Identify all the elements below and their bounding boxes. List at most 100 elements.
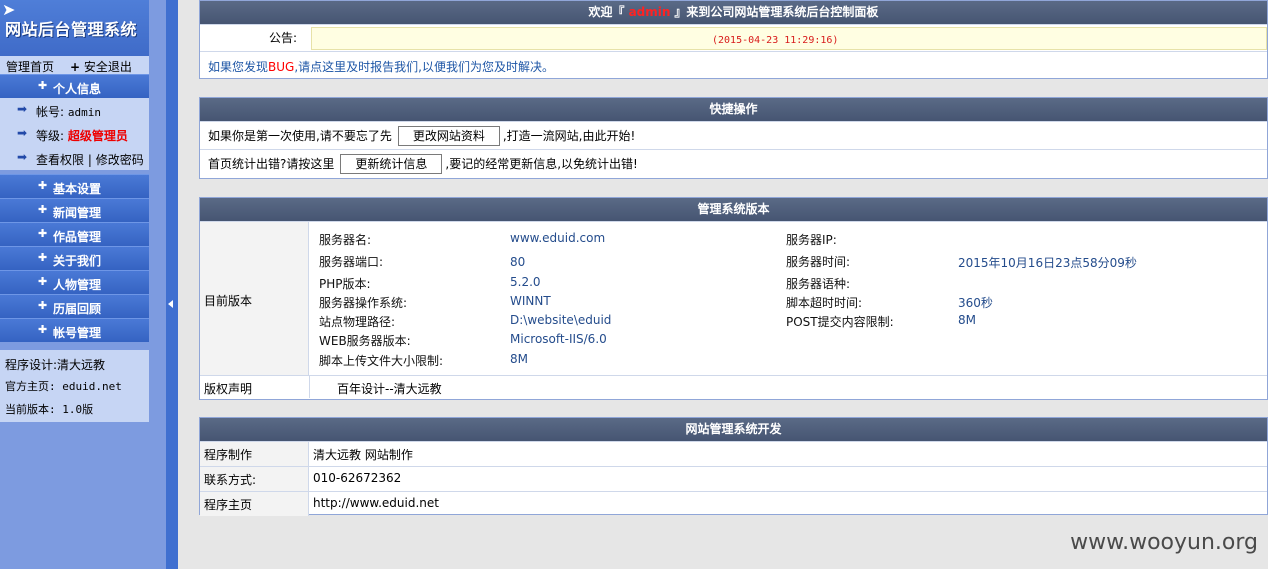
menu-personal: ✚ 个人信息 ➡ 帐号: admin ➡ 等级: 超级管理员 ➡ 查看权限 | … <box>0 74 149 170</box>
logo: 网站后台管理系统 ➤ <box>0 0 149 56</box>
copyright-value: 百年设计--清大远教 <box>337 382 442 396</box>
bug-text-2: ,请点这里及时报告我们,以便我们为您及时解决。 <box>294 60 554 74</box>
sidebar: 网站后台管理系统 ➤ 管理首页 + 安全退出 ✚ 个人信息 ➡ 帐号: admi… <box>0 0 166 569</box>
php-value: 5.2.0 <box>510 275 541 289</box>
os-label: 服务器操作系统: <box>319 296 408 310</box>
level-item: ➡ 等级: 超级管理员 <box>0 122 149 146</box>
plus-icon: ✚ <box>38 227 48 240</box>
permission-item: ➡ 查看权限 | 修改密码 <box>17 150 144 167</box>
quick-row-2: 首页统计出错?请按这里 更新统计信息 ,要记的经常更新信息,以免统计出错! <box>200 149 1267 177</box>
dev-homepage-label: 程序主页 <box>200 492 309 516</box>
logout-label: 安全退出 <box>83 60 132 74</box>
server-time-value: 2015年10月16日23点58分09秒 <box>958 256 1137 270</box>
level-value: 超级管理员 <box>67 129 128 143</box>
server-name-value: www.eduid.com <box>510 231 606 245</box>
developer-header: 网站管理系统开发 <box>200 418 1267 441</box>
quick-row-1: 如果你是第一次使用,请不要忘了先 更改网站资料 ,打造一流网站,由此开始! <box>200 121 1267 149</box>
welcome-panel: 欢迎『 admin 』来到公司网站管理系统后台控制面板 公告: (2015-04-2… <box>199 0 1268 79</box>
menu-header-news[interactable]: ✚ 新闻管理 <box>0 198 149 222</box>
plus-icon: + <box>70 60 81 74</box>
level-label: 等级: <box>36 129 65 143</box>
quick-row2-after: ,要记的经常更新信息,以免统计出错! <box>445 157 638 171</box>
current-version-cell: 目前版本 <box>200 222 309 376</box>
divider <box>309 376 310 398</box>
menu-header-label: 人物管理 <box>53 278 102 292</box>
notice-row: 公告: (2015-04-23 11:29:16) <box>200 24 1267 51</box>
current-version-label: 目前版本 <box>204 294 253 308</box>
view-permission-link[interactable]: 查看权限 <box>36 153 84 167</box>
quick-row1-text: 如果你是第一次使用,请不要忘了先 <box>208 129 392 143</box>
menu-header-label: 新闻管理 <box>53 206 102 220</box>
menu-header-personal[interactable]: ✚ 个人信息 <box>0 74 149 98</box>
dev-row-maker: 程序制作 清大远教 网站制作 <box>200 441 1267 466</box>
timeout-value: 360秒 <box>958 296 993 310</box>
arrow-right-icon: ➡ <box>17 150 28 164</box>
dev-row-contact: 联系方式: 010-62672362 <box>200 466 1267 491</box>
change-password-link[interactable]: 修改密码 <box>96 153 144 167</box>
arrow-right-icon: ➡ <box>17 102 28 116</box>
menu-header-label: 关于我们 <box>53 254 102 268</box>
path-label: 站点物理路径: <box>319 315 396 329</box>
upload-limit-label: 脚本上传文件大小限制: <box>319 354 444 368</box>
post-limit-label: POST提交内容限制: <box>786 315 894 329</box>
dev-homepage-link[interactable]: http://www.eduid.net <box>313 496 439 510</box>
notice-date: (2015-04-23 11:29:16) <box>712 35 839 46</box>
menu-header-label: 作品管理 <box>53 230 102 244</box>
upload-limit-value: 8M <box>510 352 528 366</box>
menu-header-basic-settings[interactable]: ✚ 基本设置 <box>0 174 149 198</box>
account-value: admin <box>67 106 101 119</box>
plus-icon: ✚ <box>38 179 48 192</box>
menu-header-label: 个人信息 <box>53 82 102 96</box>
bug-report-link[interactable]: 如果您发现BUG,请点这里及时报告我们,以便我们为您及时解决。 <box>200 51 1267 78</box>
version-panel: 管理系统版本 目前版本 服务器名: www.eduid.com 服务器IP: 服… <box>199 197 1268 400</box>
server-port-label: 服务器端口: <box>319 255 384 269</box>
sidebar-toggle[interactable] <box>166 0 178 569</box>
mouse-cursor-icon: ➤ <box>2 0 16 19</box>
web-server-label: WEB服务器版本: <box>319 334 411 348</box>
home-link[interactable]: 管理首页 <box>6 58 54 75</box>
bug-text-1: 如果您发现 <box>208 60 269 74</box>
account-item: ➡ 帐号: admin <box>0 98 149 122</box>
quick-actions-panel: 快捷操作 如果你是第一次使用,请不要忘了先 更改网站资料 ,打造一流网站,由此开… <box>199 97 1268 179</box>
arrow-right-icon: ➡ <box>17 126 28 140</box>
notice-label: 公告: <box>200 25 303 51</box>
developer-panel: 网站管理系统开发 程序制作 清大远教 网站制作 联系方式: 010-626723… <box>199 417 1268 516</box>
quick-header: 快捷操作 <box>200 98 1267 121</box>
version-text: 当前版本: 1.0版 <box>5 403 94 416</box>
top-links: 管理首页 + 安全退出 <box>0 56 149 74</box>
dev-contact-label: 联系方式: <box>200 467 309 491</box>
designer-text: 程序设计:清大远教 <box>5 358 106 372</box>
dev-maker-label: 程序制作 <box>200 442 309 466</box>
menu-header-accounts[interactable]: ✚ 帐号管理 <box>0 318 149 342</box>
logout-link[interactable]: + 安全退出 <box>70 58 132 75</box>
menu-header-about[interactable]: ✚ 关于我们 <box>0 246 149 270</box>
copyright-row: 版权声明 百年设计--清大远教 <box>200 375 1267 398</box>
welcome-user: admin <box>628 5 671 19</box>
php-label: PHP版本: <box>319 277 371 291</box>
personal-submenu: ➡ 帐号: admin ➡ 等级: 超级管理员 ➡ 查看权限 | 修改密码 <box>0 98 149 170</box>
menu-header-people[interactable]: ✚ 人物管理 <box>0 270 149 294</box>
credits: 程序设计:清大远教 官方主页: eduid.net 当前版本: 1.0版 <box>0 350 149 422</box>
menu-header-label: 历届回顾 <box>53 302 102 316</box>
server-ip-label: 服务器IP: <box>786 233 837 247</box>
edit-site-info-button[interactable]: 更改网站资料 <box>397 125 500 146</box>
plus-icon: ✚ <box>38 275 48 288</box>
server-name-label: 服务器名: <box>319 233 372 247</box>
welcome-header: 欢迎『 admin 』来到公司网站管理系统后台控制面板 <box>200 1 1267 24</box>
menu-header-works[interactable]: ✚ 作品管理 <box>0 222 149 246</box>
quick-row2-text: 首页统计出错?请按这里 <box>208 157 335 171</box>
bug-word: BUG <box>268 60 295 74</box>
dev-contact-value: 010-62672362 <box>313 471 402 485</box>
os-value: WINNT <box>510 294 551 308</box>
plus-icon: ✚ <box>38 323 48 336</box>
notice-box: (2015-04-23 11:29:16) <box>311 27 1267 50</box>
menu-header-label: 基本设置 <box>53 182 102 196</box>
server-lang-label: 服务器语种: <box>786 277 851 291</box>
copyright-label: 版权声明 <box>204 382 253 396</box>
menu-header-history[interactable]: ✚ 历届回顾 <box>0 294 149 318</box>
web-server-value: Microsoft-IIS/6.0 <box>510 332 607 346</box>
quick-row1-after: ,打造一流网站,由此开始! <box>502 129 636 143</box>
timeout-label: 脚本超时时间: <box>786 296 863 310</box>
update-stats-button[interactable]: 更新统计信息 <box>340 153 443 174</box>
post-limit-value: 8M <box>958 313 976 327</box>
